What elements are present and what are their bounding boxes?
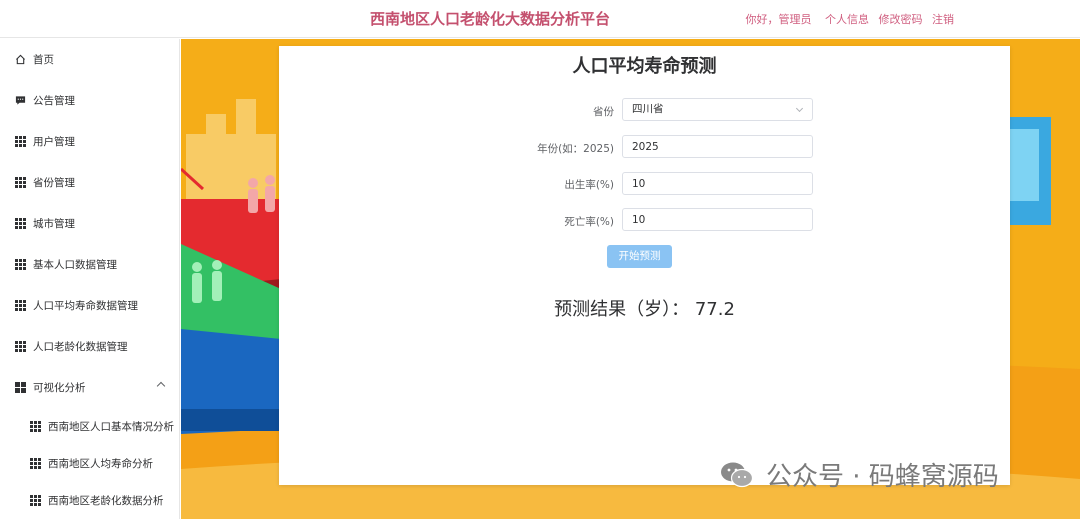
birth-rate-input[interactable] <box>632 173 812 194</box>
sidebar-item-home[interactable]: 首页 <box>0 39 180 79</box>
grid-icon <box>15 135 26 147</box>
sidebar-item-label: 用户管理 <box>33 135 75 148</box>
sidebar-item-announcements[interactable]: 公告管理 <box>0 80 180 120</box>
sidebar-item-label: 西南地区人口基本情况分析 <box>48 420 174 433</box>
logout-link[interactable]: 注销 <box>932 13 954 26</box>
sidebar-subitem-aging-analysis[interactable]: 西南地区老龄化数据分析 <box>0 480 180 520</box>
death-rate-field-wrapper <box>622 208 813 231</box>
year-label: 年份(如：2025) <box>537 143 614 155</box>
grid-icon <box>15 217 26 229</box>
sidebar-subitem-basic-analysis[interactable]: 西南地区人口基本情况分析 <box>0 406 180 446</box>
sidebar-item-label: 城市管理 <box>33 217 75 230</box>
app-title: 西南地区人口老龄化大数据分析平台 <box>370 10 611 28</box>
sidebar: 首页 公告管理 用户管理 省份管理 城市管理 基本人口数据管理 人口平均寿命数据… <box>0 39 180 519</box>
grid-icon <box>15 340 26 352</box>
sidebar-item-label: 可视化分析 <box>33 381 86 394</box>
profile-link[interactable]: 个人信息 <box>825 13 869 26</box>
sidebar-item-label: 首页 <box>33 53 54 66</box>
province-label: 省份 <box>593 106 614 118</box>
sidebar-item-label: 省份管理 <box>33 176 75 189</box>
sidebar-item-cities[interactable]: 城市管理 <box>0 203 180 243</box>
change-password-link[interactable]: 修改密码 <box>879 13 923 26</box>
sidebar-item-aging-data[interactable]: 人口老龄化数据管理 <box>0 326 180 366</box>
sidebar-item-label: 西南地区老龄化数据分析 <box>48 494 164 507</box>
prediction-card: 人口平均寿命预测 省份 四川省 年份(如：2025) 出生率(%) 死亡率(%)… <box>279 46 1010 485</box>
grid-icon <box>30 457 41 469</box>
user-links: 你好，管理员 个人信息 修改密码 注销 <box>746 11 955 27</box>
sidebar-item-users[interactable]: 用户管理 <box>0 121 180 161</box>
grid-icon <box>15 258 26 270</box>
death-rate-label: 死亡率(%) <box>564 216 614 228</box>
death-rate-input[interactable] <box>632 209 812 230</box>
birth-rate-label: 出生率(%) <box>564 179 614 191</box>
grid-icon <box>15 299 26 311</box>
watermark-text: 公众号 · 码蜂窝源码 <box>766 462 999 492</box>
greeting-text: 你好，管理员 <box>745 13 812 26</box>
sidebar-item-visualization[interactable]: 可视化分析 <box>0 367 180 407</box>
home-icon <box>15 54 26 64</box>
sidebar-item-provinces[interactable]: 省份管理 <box>0 162 180 202</box>
sidebar-item-label: 西南地区人均寿命分析 <box>48 457 153 470</box>
sidebar-item-label: 基本人口数据管理 <box>33 258 117 271</box>
sidebar-item-life-expectancy[interactable]: 人口平均寿命数据管理 <box>0 285 180 325</box>
watermark: 公众号 · 码蜂窝源码 <box>720 456 999 493</box>
prediction-result: 预测结果（岁）： 77.2 <box>554 299 735 320</box>
grid-icon <box>15 176 26 188</box>
sidebar-item-label: 人口平均寿命数据管理 <box>33 299 138 312</box>
sidebar-subitem-lifespan-analysis[interactable]: 西南地区人均寿命分析 <box>0 443 180 483</box>
dashboard-icon <box>15 381 26 393</box>
message-icon <box>15 95 26 105</box>
province-select[interactable]: 四川省 <box>622 98 813 121</box>
province-value: 四川省 <box>632 103 664 115</box>
start-prediction-button[interactable]: 开始预测 <box>607 245 672 268</box>
chevron-up-icon <box>156 381 166 391</box>
year-field-wrapper <box>622 135 813 158</box>
sidebar-item-basic-population[interactable]: 基本人口数据管理 <box>0 244 180 284</box>
sidebar-item-label: 人口老龄化数据管理 <box>33 340 128 353</box>
grid-icon <box>30 420 41 432</box>
sidebar-item-label: 公告管理 <box>33 94 75 107</box>
birth-rate-field-wrapper <box>622 172 813 195</box>
top-header: 西南地区人口老龄化大数据分析平台 你好，管理员 个人信息 修改密码 注销 <box>0 0 1080 38</box>
year-input[interactable] <box>632 136 812 157</box>
page-title: 人口平均寿命预测 <box>572 56 717 77</box>
chevron-down-icon <box>795 104 804 113</box>
grid-icon <box>30 494 41 506</box>
wechat-icon <box>721 462 754 487</box>
